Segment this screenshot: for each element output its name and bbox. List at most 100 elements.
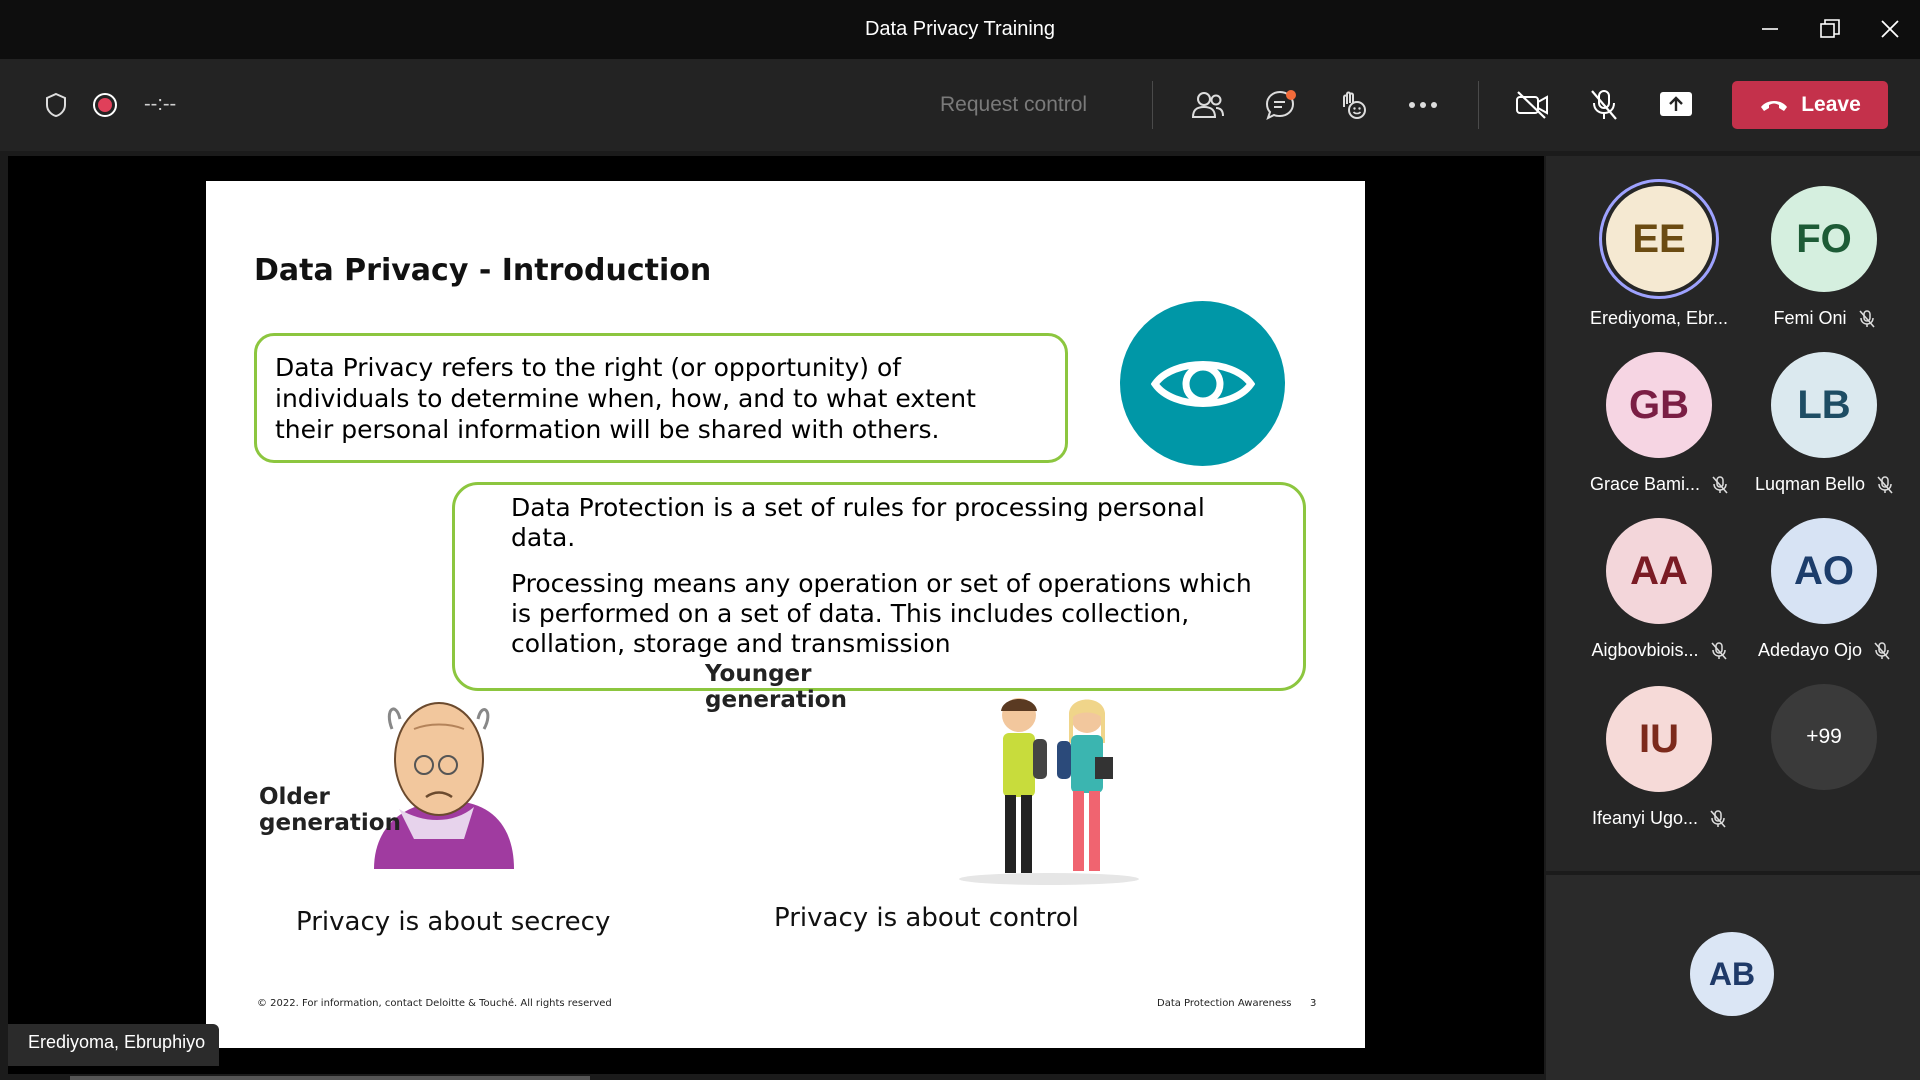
protection-paragraph: Data Protection is a set of rules for pr…: [511, 493, 1283, 553]
reactions-button[interactable]: [1330, 83, 1374, 127]
participant-tile[interactable]: IU Ifeanyi Ugo...: [1574, 686, 1744, 829]
participant-name: Luqman Bello: [1754, 474, 1866, 494]
more-icon: [1409, 102, 1437, 108]
phone-hangup-icon: [1761, 101, 1788, 111]
restore-button[interactable]: [1810, 12, 1850, 46]
leave-button[interactable]: Leave: [1732, 81, 1888, 129]
title-bar: Data Privacy Training: [0, 0, 1920, 59]
meeting-timer: --:--: [144, 93, 177, 115]
share-screen-button[interactable]: [1654, 83, 1698, 127]
request-control-button[interactable]: Request control: [940, 93, 1087, 117]
mic-off-icon: [1591, 90, 1617, 120]
avatar: AA: [1606, 518, 1712, 624]
window-title: Data Privacy Training: [864, 18, 1056, 40]
avatar-initials: EE: [1632, 216, 1686, 261]
participant-name: Adedayo Ojo: [1757, 640, 1863, 660]
divider: [1152, 81, 1153, 129]
mic-muted-icon: [1874, 641, 1890, 660]
definition-line: Data Privacy refers to the right (or opp…: [275, 353, 902, 382]
participant-tile[interactable]: GB Grace Bami...: [1574, 352, 1744, 495]
mic-muted-icon: [1712, 475, 1728, 494]
data-protection-box: Data Protection is a set of rules for pr…: [452, 482, 1306, 691]
processing-line: collation, storage and transmission: [511, 629, 951, 658]
camera-off-icon: [1516, 91, 1548, 119]
eye-icon: [1120, 301, 1285, 466]
participant-tile[interactable]: AO Adedayo Ojo: [1739, 518, 1909, 661]
presenter-name-tag: Erediyoma, Ebruphiyo: [8, 1024, 220, 1066]
processing-line: Processing means any operation or set of…: [511, 569, 1252, 598]
label-line: generation: [259, 810, 401, 836]
avatar: FO: [1771, 186, 1877, 292]
divider: [1478, 81, 1479, 129]
chat-unread-badge: [1286, 90, 1296, 100]
protection-line: data.: [511, 523, 576, 552]
mic-muted-icon: [1858, 309, 1875, 328]
older-man-illustration: [374, 702, 514, 869]
mic-muted-icon: [1877, 475, 1893, 494]
shield-icon[interactable]: [34, 83, 78, 127]
participant-tile[interactable]: AA Aigbovbiois...: [1574, 518, 1744, 661]
mic-muted-icon: [1710, 641, 1727, 660]
label-line: Older: [259, 784, 330, 810]
younger-generation-label: Younger generation: [705, 661, 847, 713]
leave-label: Leave: [1801, 93, 1861, 116]
label-line: generation: [705, 687, 847, 713]
slide-footer-copyright: © 2022. For information, contact Deloitt…: [257, 998, 612, 1009]
slide-footer-title: Data Protection Awareness: [1157, 998, 1292, 1009]
older-caption: Privacy is about secrecy: [296, 907, 611, 937]
avatar: LB: [1771, 352, 1877, 458]
participant-name: Ifeanyi Ugo...: [1591, 808, 1699, 828]
definition-line: their personal information will be share…: [275, 415, 940, 444]
younger-people-illustration: [959, 698, 1139, 885]
close-button[interactable]: [1870, 12, 1910, 46]
avatar: AO: [1771, 518, 1877, 624]
label-line: Younger: [705, 661, 812, 687]
mic-toggle-button[interactable]: [1582, 83, 1626, 127]
more-participants-count: +99: [1771, 684, 1877, 790]
slide-title: Data Privacy - Introduction: [254, 253, 712, 288]
more-participants-button[interactable]: +99: [1739, 684, 1909, 790]
definition-line: individuals to determine when, how, and …: [275, 384, 976, 413]
participant-tile[interactable]: LB Luqman Bello: [1739, 352, 1909, 495]
share-icon: [1660, 92, 1692, 116]
older-generation-label: Older generation: [259, 784, 401, 836]
people-icon: [1191, 92, 1224, 118]
participant-tile[interactable]: FO Femi Oni: [1739, 186, 1909, 329]
slide-page-number: 3: [1310, 998, 1317, 1009]
avatar: EE: [1606, 186, 1712, 292]
younger-caption: Privacy is about control: [774, 903, 1079, 933]
participant-name: Erediyoma, Ebr...: [1589, 308, 1729, 328]
chat-button[interactable]: [1258, 83, 1302, 127]
processing-paragraph: Processing means any operation or set of…: [511, 569, 1283, 659]
participant-name: Femi Oni: [1773, 308, 1847, 328]
self-view: AB: [1546, 875, 1920, 1080]
presentation-slide: Data Privacy - Introduction Data Privacy…: [206, 181, 1365, 1048]
avatar-initials: AO: [1794, 548, 1854, 593]
avatar-initials: AA: [1630, 548, 1688, 593]
avatar: IU: [1606, 686, 1712, 792]
avatar: GB: [1606, 352, 1712, 458]
avatar-initials: FO: [1796, 216, 1852, 261]
participants-button[interactable]: [1186, 83, 1230, 127]
participant-tile[interactable]: EE Erediyoma, Ebr...: [1574, 186, 1744, 329]
mic-muted-icon: [1710, 809, 1726, 828]
participant-gallery: EE Erediyoma, Ebr... FO Femi Oni GB Grac…: [1546, 156, 1920, 871]
participant-name: Grace Bami...: [1589, 474, 1701, 494]
avatar-initials: IU: [1639, 716, 1679, 761]
avatar-initials: LB: [1797, 382, 1851, 427]
record-icon: [83, 83, 127, 127]
camera-toggle-button[interactable]: [1510, 83, 1554, 127]
restore-icon: [1820, 19, 1840, 38]
self-avatar: AB: [1690, 932, 1774, 1016]
shared-screen: Data Privacy - Introduction Data Privacy…: [8, 156, 1544, 1074]
horizontal-scrollbar[interactable]: [70, 1076, 590, 1080]
more-options-button[interactable]: [1401, 83, 1445, 127]
processing-line: is performed on a set of data. This incl…: [511, 599, 1190, 628]
avatar-initials: GB: [1629, 382, 1689, 427]
protection-line: Data Protection is a set of rules for pr…: [511, 493, 1205, 522]
close-icon: [1881, 20, 1899, 38]
react-icon: [1343, 91, 1366, 119]
data-privacy-definition-box: Data Privacy refers to the right (or opp…: [254, 333, 1068, 463]
participant-name: Aigbovbiois...: [1591, 640, 1699, 660]
minimize-button[interactable]: [1750, 12, 1790, 46]
